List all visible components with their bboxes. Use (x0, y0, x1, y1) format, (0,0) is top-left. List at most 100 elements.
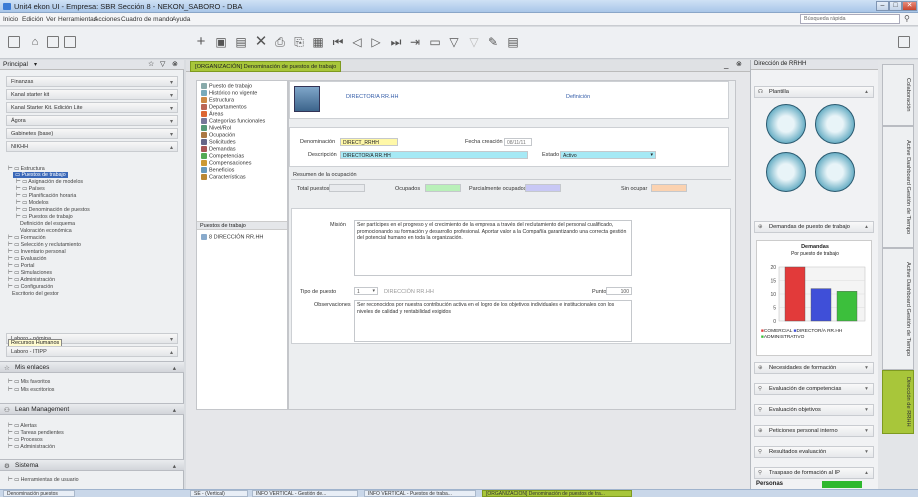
vtab-colaboracion[interactable]: Colaboración (882, 64, 914, 126)
mision-field[interactable]: Ser partícipes en el progreso y el creci… (354, 220, 632, 276)
save-icon[interactable]: ▣ (213, 34, 229, 50)
estado-select[interactable]: Activo ▾ (560, 151, 656, 159)
nav-kanal-starter[interactable]: Kanal starter kit ▾ (6, 89, 178, 100)
lean-procesos[interactable]: ⊢ ▭ Procesos (8, 437, 43, 443)
menu-inicio[interactable]: Inicio (3, 16, 18, 23)
tree-puestos-trabajo-2[interactable]: ⊢ ▭ Puestos de trabajo (16, 214, 73, 220)
export-icon[interactable]: ⇥ (407, 34, 423, 50)
node-categorias[interactable]: Categorías funcionales (201, 118, 265, 124)
node-nivel-rol[interactable]: Nivel/Rol (201, 125, 231, 131)
tree-seleccion[interactable]: ⊢ ▭ Selección y reclutamiento (8, 242, 81, 248)
tree-formacion[interactable]: ⊢ ▭ Formación (8, 235, 46, 241)
node-departamentos[interactable]: Departamentos (201, 104, 247, 110)
report-icon[interactable]: ▤ (505, 34, 521, 50)
panel-right-icon[interactable] (898, 36, 910, 48)
task-info-gestion[interactable]: INFO VERTICAL - Gestión de... (252, 490, 358, 497)
table-icon[interactable]: ▦ (310, 34, 326, 50)
lean-administracion[interactable]: ⊢ ▭ Administración (8, 444, 55, 450)
grid-icon[interactable] (47, 36, 59, 48)
denominacion-field[interactable]: DIRECT_RRHH (340, 138, 398, 146)
maximize-button[interactable]: □ (889, 1, 902, 11)
tree-puestos-trabajo[interactable]: ▭ Puestos de trabajo (13, 172, 68, 178)
task-info-puestos[interactable]: INFO VERTICAL - Puestos de traba... (364, 490, 476, 497)
home-icon[interactable]: ⌂ (27, 34, 43, 50)
nav-agora[interactable]: Ágora ▾ (6, 115, 178, 126)
definicion-link[interactable]: Definición (566, 94, 590, 100)
node-areas[interactable]: Áreas (201, 111, 223, 117)
node-demandas[interactable]: Demandas (201, 146, 236, 152)
node-competencias[interactable]: Competencias (201, 153, 244, 159)
descripcion-field[interactable]: DIRECTOR/A RR.HH (340, 151, 528, 159)
tree-portal[interactable]: ⊢ ▭ Portal (8, 263, 34, 269)
minimize-button[interactable]: – (876, 1, 889, 11)
menu-acciones[interactable]: Acciones (94, 16, 120, 23)
section-sistema[interactable]: ⚙ Sistema ▴ (0, 459, 184, 471)
star-icon[interactable]: ☆ (148, 60, 154, 68)
node-caracteristicas[interactable]: Características (201, 174, 246, 180)
section-plantilla[interactable]: ☊ Plantilla ▴ (754, 86, 874, 98)
panel-icon[interactable] (8, 36, 20, 48)
tree-inventario[interactable]: ⊢ ▭ Inventario personal (8, 249, 66, 255)
tree-paises[interactable]: ⊢ ▭ Países (16, 186, 45, 192)
chevron-down-icon[interactable]: ▾ (34, 61, 37, 68)
menu-ver[interactable]: Ver (46, 16, 56, 23)
preview-icon[interactable]: ⎘ (291, 34, 307, 50)
delete-icon[interactable]: ✕ (253, 34, 269, 50)
vtab-dashboard-tiempo-2[interactable]: Active Dashboard Gestión de Tiempo (882, 248, 914, 370)
section-necesidades[interactable]: ⊕ Necesidades de formación ▾ (754, 362, 874, 374)
node-puesto-trabajo[interactable]: Puesto de trabajo (201, 83, 252, 89)
section-peticiones[interactable]: ⊕ Peticiones personal interno ▾ (754, 425, 874, 437)
search-input[interactable]: Búsqueda rápida (800, 14, 900, 24)
tree-denominacion-puestos[interactable]: ⊢ ▭ Denominación de puestos (16, 207, 90, 213)
task-organizacion[interactable]: [ORGANIZACIÓN] Denominación de puestos d… (482, 490, 632, 497)
puntos-field[interactable]: 100 (606, 287, 632, 295)
node-estructura[interactable]: Estructura (201, 97, 234, 103)
nav-finanzas[interactable]: Finanzas ▾ (6, 76, 178, 87)
edit-icon[interactable]: ✎ (485, 34, 501, 50)
nav-kanal-lite[interactable]: Kanal Starter Kit. Edición Lite ▾ (6, 102, 178, 113)
nav-laboro-itipp[interactable]: Laboro - ITIPP ▴ (6, 346, 178, 357)
section-traspaso[interactable]: ⚲ Traspaso de formación al IP ▴ (754, 467, 874, 479)
node-beneficios[interactable]: Beneficios (201, 167, 234, 173)
node-historico[interactable]: Histórico no vigente (201, 90, 257, 96)
filter-icon[interactable]: ▽ (160, 60, 165, 68)
vtab-dashboard-tiempo-1[interactable]: Active Dashboard Gestión de Tiempo (882, 126, 914, 248)
tree-administracion[interactable]: ⊢ ▭ Administración (8, 277, 55, 283)
task-se-vertical[interactable]: SE - (Vertical) (190, 490, 248, 497)
next-record-icon[interactable]: ▷ (368, 34, 384, 50)
link-mis-favoritos[interactable]: ⊢ ▭ Mis favoritos (8, 379, 50, 385)
tree-modelos[interactable]: ⊢ ▭ Modelos (16, 200, 49, 206)
nav-gabinetes[interactable]: Gabinetes (base) ▾ (6, 128, 178, 139)
vtab-direccion-rrhh[interactable]: Dirección de RRHH (882, 370, 914, 434)
menu-edicion[interactable]: Edición (22, 16, 43, 23)
lean-alertas[interactable]: ⊢ ▭ Alertas (8, 423, 37, 429)
menu-herramientas[interactable]: Herramientas (58, 16, 97, 23)
image-icon[interactable] (64, 36, 76, 48)
tree-evaluacion[interactable]: ⊢ ▭ Evaluación (8, 256, 46, 262)
minimize-tab-icon[interactable]: _ (724, 60, 728, 69)
menu-cuadro-mando[interactable]: Cuadro de mando (121, 16, 173, 23)
node-ocupacion[interactable]: Ocupación (201, 132, 235, 138)
section-eval-objetivos[interactable]: ⚲ Evaluación objetivos ▾ (754, 404, 874, 416)
fecha-field[interactable]: 08/11/11 (504, 138, 532, 146)
puesto-item[interactable]: 8 DIRECCIÓN RR.HH (201, 234, 263, 240)
section-resultados[interactable]: ⚲ Resultados evaluación ▾ (754, 446, 874, 458)
task-denominacion[interactable]: Denominación puestos (3, 490, 75, 497)
tree-valoracion-economica[interactable]: Valoración económica (20, 228, 72, 234)
tree-planificacion-horaria[interactable]: ⊢ ▭ Planificación horaria (16, 193, 76, 199)
node-solicitudes[interactable]: Solicitudes (201, 139, 236, 145)
tree-escritorio-gestor[interactable]: Escritorio del gestor (12, 291, 59, 297)
observaciones-field[interactable]: Ser reconocidos por nuestra contribución… (354, 300, 632, 342)
close-tab-icon[interactable]: ⊗ (736, 60, 742, 68)
link-mis-escritorios[interactable]: ⊢ ▭ Mis escritorios (8, 387, 54, 393)
tab-denominacion-puestos[interactable]: [ORGANIZACIÓN] Denominación de puestos d… (190, 61, 342, 72)
nav-nikhh[interactable]: NIKHH ▴ (6, 141, 178, 152)
lean-tareas[interactable]: ⊢ ▭ Tareas pendientes (8, 430, 64, 436)
section-demandas[interactable]: ⊕ Demandas de puesto de trabajo ▴ (754, 221, 874, 233)
close-panel-icon[interactable]: ⊗ (172, 60, 178, 68)
menu-ayuda[interactable]: Ayuda (172, 16, 190, 23)
print-icon[interactable]: ⎙ (272, 34, 288, 50)
tree-asignacion-modelos[interactable]: ⊢ ▭ Asignación de modelos (16, 179, 83, 185)
section-mis-enlaces[interactable]: ☆ Mis enlaces ▴ (0, 361, 184, 373)
tree-definicion-esquema[interactable]: Definición del esquema (20, 221, 75, 227)
